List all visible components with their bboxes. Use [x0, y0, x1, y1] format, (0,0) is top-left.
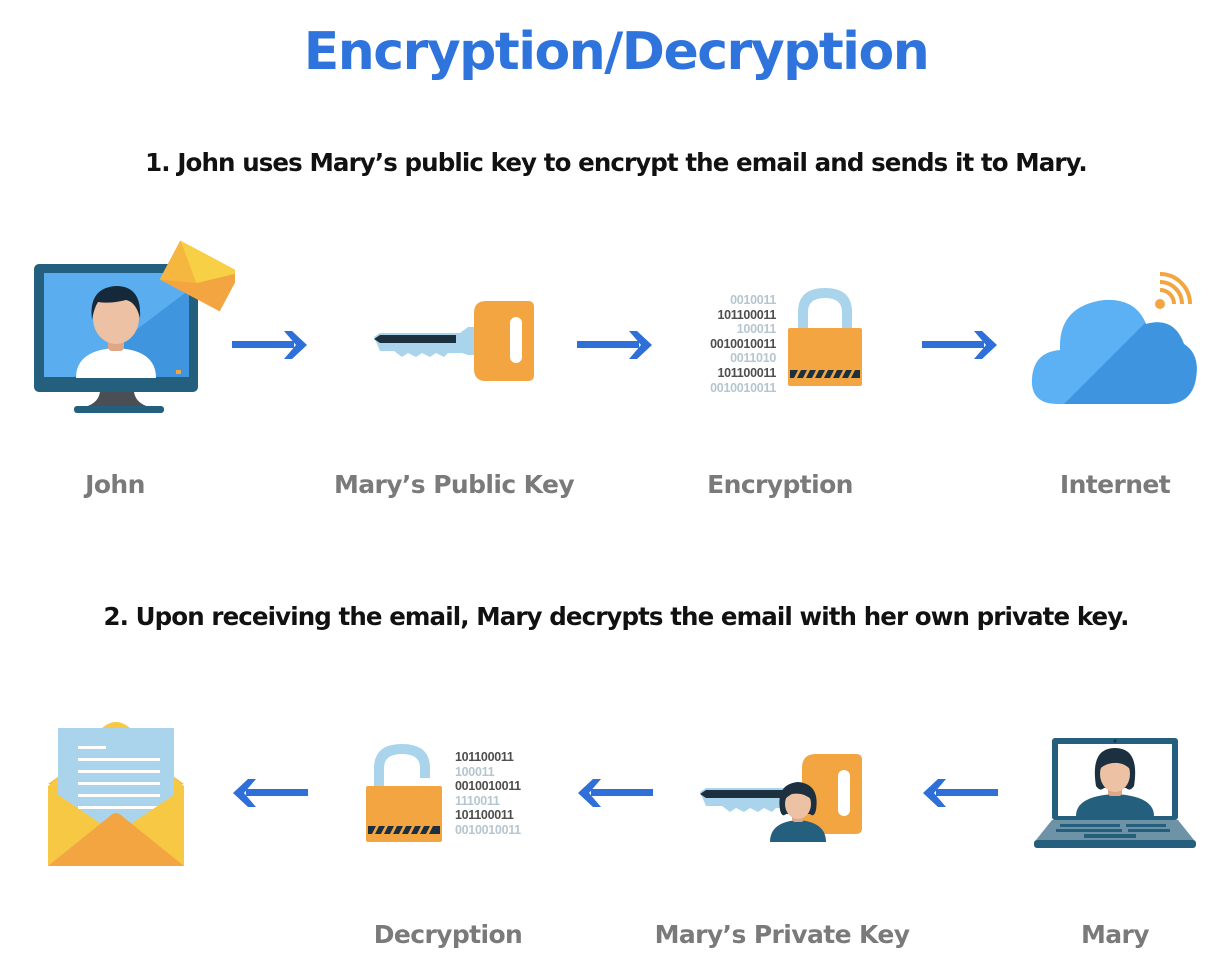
- binary-line: 100011: [736, 322, 777, 337]
- binary-line: 101100011: [717, 307, 777, 322]
- arrow-left-icon: [923, 779, 998, 807]
- node-label-marys-public-key: Mary’s Public Key: [333, 470, 575, 499]
- arrow-right-icon: [922, 331, 997, 359]
- binary-line: 0010010011: [455, 779, 521, 794]
- open-envelope-letter-icon: [48, 722, 184, 866]
- binary-line: 0010011: [730, 293, 776, 307]
- binary-line: 0011010: [730, 351, 776, 366]
- locked-padlock-icon: [788, 288, 862, 386]
- node-label-mary: Mary: [1081, 920, 1150, 949]
- key-icon: [374, 301, 534, 381]
- cloud-wifi-icon: [1031, 272, 1197, 404]
- binary-data-block: 0010011 101100011 100011 0010010011 0011…: [690, 293, 776, 395]
- step-2-caption: 2. Upon receiving the email, Mary decryp…: [103, 602, 1129, 631]
- monitor-user-email-icon: [34, 240, 235, 413]
- binary-line: 0010010011: [455, 822, 521, 837]
- unlocked-padlock-icon: [366, 744, 442, 842]
- node-label-john: John: [85, 470, 145, 499]
- step-1-caption: 1. John uses Mary’s public key to encryp…: [145, 148, 1088, 177]
- laptop-user-icon: [1034, 738, 1196, 848]
- binary-line: 101100011: [455, 808, 514, 823]
- binary-data-block: 101100011 100011 0010010011 1110011 1011…: [455, 750, 545, 838]
- binary-line: 101100011: [717, 365, 777, 380]
- node-label-internet: Internet: [1059, 470, 1171, 499]
- binary-line: 1110011: [455, 793, 500, 808]
- node-label-encryption: Encryption: [707, 470, 853, 499]
- key-with-user-icon: [700, 754, 862, 842]
- binary-line: 101100011: [455, 750, 514, 764]
- binary-line: 0010010011: [710, 336, 776, 351]
- binary-line: 0010010011: [710, 380, 776, 395]
- arrow-left-icon: [233, 779, 308, 807]
- node-label-decryption: Decryption: [373, 920, 523, 949]
- binary-line: 100011: [455, 764, 495, 779]
- arrow-left-icon: [578, 779, 653, 807]
- page-title: Encryption/Decryption: [303, 22, 930, 82]
- node-label-marys-private-key: Mary’s Private Key: [654, 920, 910, 949]
- arrow-right-icon: [577, 331, 652, 359]
- arrow-right-icon: [232, 331, 307, 359]
